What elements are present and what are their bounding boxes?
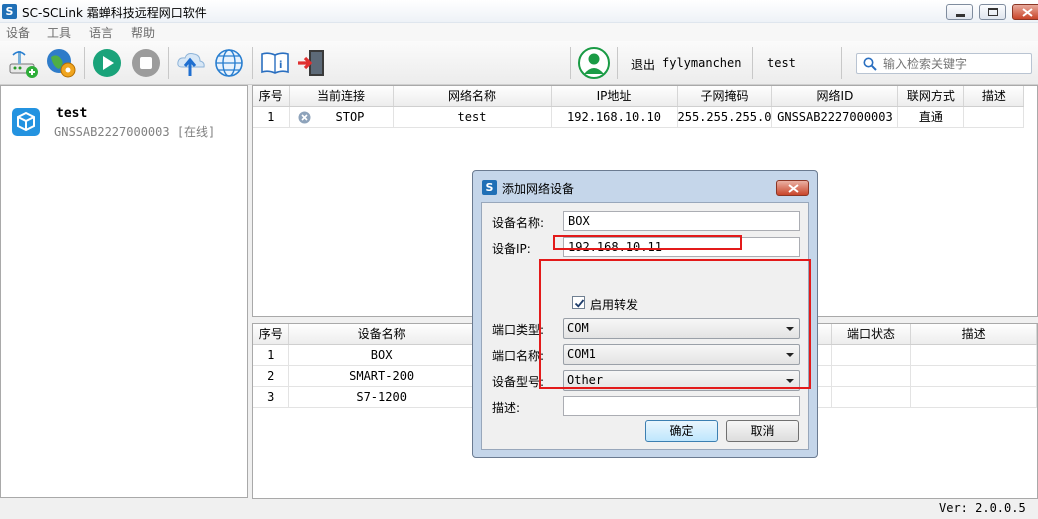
table-header-row: 序号 当前连接 网络名称 IP地址 子网掩码 网络ID 联网方式 描述	[253, 86, 1025, 107]
disconnect-icon[interactable]	[298, 111, 311, 124]
connection-status: STOP	[335, 109, 365, 124]
device-name-cell: SMART-200	[288, 365, 475, 387]
mode-cell: 直通	[897, 106, 965, 128]
annotation-highlight-ip	[553, 235, 742, 250]
maximize-button[interactable]	[979, 4, 1006, 20]
tree-device-status: GNSSAB2227000003 [在线]	[54, 125, 216, 139]
table-row[interactable]: 1 STOP test 192.168.10.10 255.255.255.0 …	[253, 106, 1025, 128]
device-name-cell: BOX	[288, 344, 475, 366]
row-index: 1	[253, 106, 290, 128]
device-ip-label: 设备IP:	[492, 242, 531, 256]
play-icon[interactable]	[91, 47, 123, 79]
column-header[interactable]: 描述	[963, 86, 1025, 107]
cancel-button[interactable]: 取消	[726, 420, 799, 442]
menu-language[interactable]: 语言	[89, 24, 113, 41]
search-icon	[863, 57, 877, 71]
settings-globe-icon[interactable]	[45, 47, 77, 79]
column-header[interactable]: IP地址	[551, 86, 678, 107]
stop-icon[interactable]	[130, 47, 162, 79]
desc-cell	[963, 106, 1025, 128]
dialog-title-bar[interactable]: S 添加网络设备	[473, 171, 817, 199]
row-index: 1	[253, 344, 290, 366]
tree-device-name[interactable]: test	[56, 106, 87, 121]
menu-bar: 设备 工具 语言 帮助	[0, 23, 1038, 41]
network-id-cell: GNSSAB2227000003	[771, 106, 899, 128]
network-name-cell: test	[393, 106, 552, 128]
column-header[interactable]: 网络ID	[771, 86, 899, 107]
ip-cell: 192.168.10.10	[551, 106, 678, 128]
device-name-cell: S7-1200	[288, 386, 475, 408]
globe-icon[interactable]	[213, 47, 245, 79]
network-device-icon	[12, 108, 40, 136]
mask-cell: 255.255.255.0	[677, 106, 773, 128]
username-label: fylymanchen	[662, 56, 742, 70]
version-label: Ver: 2.0.0.5	[939, 501, 1026, 515]
dialog-close-button[interactable]	[776, 180, 809, 196]
search-box[interactable]	[856, 53, 1032, 74]
connection-cell[interactable]: STOP	[289, 106, 394, 128]
column-header[interactable]: 描述	[910, 324, 1037, 345]
ok-button[interactable]: 确定	[645, 420, 718, 442]
port-name-label: 端口名称:	[492, 349, 545, 363]
device-tree-panel: test GNSSAB2227000003 [在线]	[0, 85, 248, 498]
device-name-field[interactable]: BOX	[563, 211, 800, 231]
description-label: 描述:	[492, 401, 521, 415]
column-header[interactable]: 端口状态	[831, 324, 912, 345]
column-header[interactable]: 网络名称	[393, 86, 552, 107]
column-header[interactable]: 当前连接	[289, 86, 394, 107]
upload-cloud-icon[interactable]	[175, 47, 207, 79]
column-header[interactable]: 序号	[253, 324, 290, 345]
menu-help[interactable]: 帮助	[131, 24, 155, 41]
dialog-title: 添加网络设备	[502, 182, 575, 196]
row-index: 3	[253, 386, 290, 408]
minimize-button[interactable]	[946, 4, 973, 20]
column-header[interactable]: 设备名称	[288, 324, 475, 345]
menu-device[interactable]: 设备	[6, 24, 30, 41]
maximize-icon	[988, 8, 998, 16]
status-bar: Ver: 2.0.0.5	[0, 499, 1038, 519]
manual-book-icon[interactable]: i	[259, 47, 291, 79]
title-bar: S SC-SCLink 霜蝉科技远程网口软件	[0, 0, 1038, 23]
network-table: 序号 当前连接 网络名称 IP地址 子网掩码 网络ID 联网方式 描述 1 ST…	[253, 86, 1025, 128]
description-field[interactable]	[563, 396, 800, 416]
row-index: 2	[253, 365, 290, 387]
menu-tools[interactable]: 工具	[47, 24, 71, 41]
close-icon	[1022, 8, 1033, 17]
device-name-label: 设备名称:	[492, 216, 545, 230]
exit-door-icon[interactable]	[296, 47, 328, 79]
network-name-label: test	[767, 56, 796, 70]
minimize-icon	[956, 14, 965, 17]
column-header[interactable]: 子网掩码	[677, 86, 773, 107]
search-input[interactable]	[883, 55, 1027, 72]
port-type-label: 端口类型:	[492, 323, 545, 337]
app-icon: S	[482, 180, 497, 195]
avatar[interactable]	[578, 47, 610, 79]
annotation-highlight-forward	[539, 259, 811, 389]
device-model-label: 设备型号:	[492, 375, 545, 389]
column-header[interactable]: 序号	[253, 86, 290, 107]
close-button[interactable]	[1012, 4, 1038, 20]
column-header[interactable]: 联网方式	[897, 86, 965, 107]
svg-text:i: i	[279, 60, 282, 71]
window-title: SC-SCLink 霜蝉科技远程网口软件	[22, 6, 207, 20]
add-device-icon[interactable]	[8, 47, 40, 79]
app-icon: S	[2, 4, 17, 19]
logout-link[interactable]: 退出	[631, 56, 655, 73]
close-icon	[788, 184, 799, 193]
